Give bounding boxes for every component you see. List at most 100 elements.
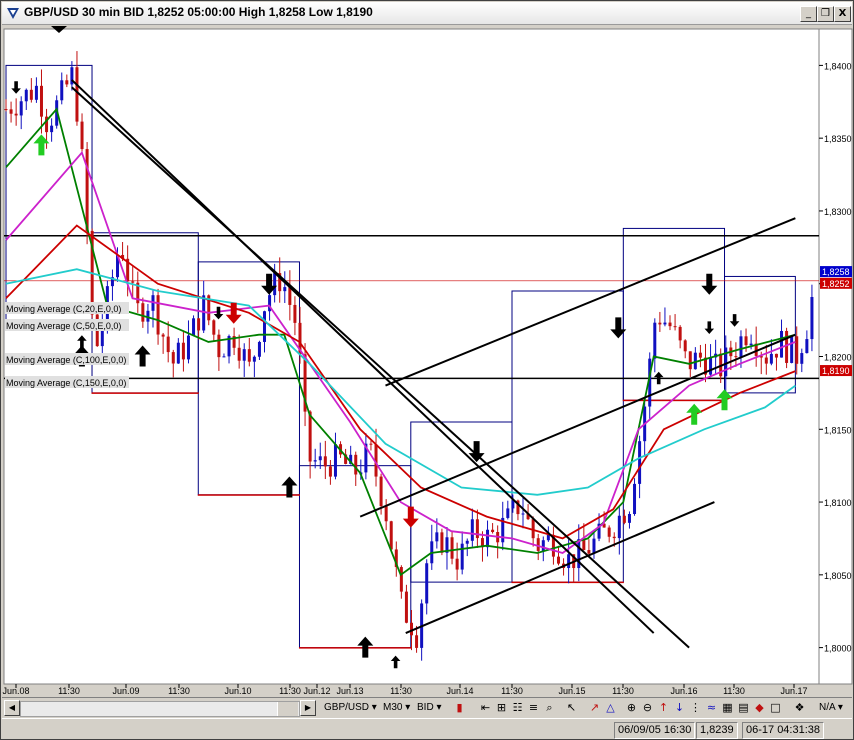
candle-body	[212, 320, 216, 335]
x-tick-label: 11:30	[58, 686, 80, 696]
candle-body	[410, 622, 413, 636]
scroll-right-button[interactable]: ▶	[300, 700, 316, 716]
candle-body	[607, 527, 611, 537]
candle-body	[521, 513, 525, 515]
candle-body	[283, 287, 287, 292]
x-tick-label: Jun.15	[558, 686, 585, 696]
draw-line-icon[interactable]: ↗	[587, 700, 602, 715]
trade-icon[interactable]: ◆	[752, 700, 767, 715]
zoom-in-icon[interactable]: ⊕	[624, 700, 639, 715]
candle-body	[242, 349, 246, 361]
candle-body	[263, 311, 267, 342]
candle-body	[4, 109, 8, 111]
candle-body	[328, 466, 332, 477]
candle-body	[369, 443, 373, 445]
window-list-icon[interactable]: □	[768, 700, 783, 715]
range-box	[91, 392, 199, 394]
period-separator-icon[interactable]: ⋮	[688, 700, 703, 715]
candle-body	[810, 297, 814, 340]
candle-body	[293, 304, 297, 323]
price-tag-label: 1,8190	[822, 366, 850, 376]
price-side-selector[interactable]: BID ▾	[417, 700, 441, 715]
candle-body	[39, 85, 43, 117]
y-tick-label: 1,8100	[824, 498, 852, 508]
candle-body	[668, 322, 672, 327]
candle-body	[739, 336, 743, 357]
mode-selector[interactable]: N/A ▾	[819, 700, 843, 715]
candle-body	[9, 109, 13, 114]
range-box	[298, 647, 412, 649]
cursor-time-readout: 06/09/05 16:30	[614, 722, 696, 739]
pin-icon[interactable]: ❖	[792, 700, 807, 715]
symbol-selector[interactable]: GBP/USD ▾	[324, 700, 377, 715]
candle-body	[450, 537, 454, 559]
candle-body	[141, 303, 145, 322]
candle-body	[709, 357, 713, 375]
candle-body	[663, 322, 667, 325]
template-icon[interactable]: ▦	[720, 700, 735, 715]
grid-toggle-icon[interactable]: ☷	[510, 700, 525, 715]
candle-body	[744, 336, 748, 346]
candle-body	[440, 532, 444, 553]
indicator-icon[interactable]: ≈	[704, 700, 719, 715]
title-bar[interactable]: GBP/USD 30 min BID 1,8252 05:00:00 High …	[2, 2, 852, 25]
autoscroll-icon[interactable]: ⇤	[478, 700, 493, 715]
quick-zoom-icon[interactable]: ⌕	[542, 700, 557, 715]
server-time-readout: 06-17 04:31:38	[742, 722, 825, 739]
candle-body	[633, 483, 637, 515]
candle-body	[313, 460, 317, 462]
timeframe-selector[interactable]: M30 ▾	[383, 700, 410, 715]
restore-button[interactable]: ❒	[817, 6, 834, 22]
y-tick-label: 1,8000	[824, 644, 852, 654]
bottom-toolbar: ◀ ▶ GBP/USD ▾ M30 ▾ BID ▾ ▮ ⇤ ⊞ ☷ ≡ ⌕ ↖ …	[2, 697, 852, 718]
price-chart[interactable]: Moving Average (C,20,E,0,0) Moving Avera…	[1, 24, 853, 697]
candle-body	[404, 591, 408, 623]
candle-body	[318, 456, 322, 461]
candle-body	[612, 536, 616, 539]
cursor-icon[interactable]: ↖	[564, 700, 579, 715]
candle-body	[323, 456, 327, 467]
app-logo-icon	[7, 8, 19, 19]
properties-icon[interactable]: ▤	[736, 700, 751, 715]
channel-icon[interactable]: △	[603, 700, 618, 715]
candle-body	[688, 351, 692, 370]
candle-style-icon[interactable]: ▮	[452, 700, 467, 715]
candle-body	[217, 334, 221, 358]
minimize-button[interactable]: _	[800, 6, 817, 22]
candle-body	[156, 295, 160, 335]
legend-ma50: Moving Average (C,50,E,0,0)	[6, 321, 121, 331]
candle-body	[288, 287, 292, 305]
candle-body	[470, 519, 474, 541]
candle-body	[181, 342, 185, 360]
window-title: GBP/USD 30 min BID 1,8252 05:00:00 High …	[24, 5, 373, 19]
candle-body	[567, 554, 571, 569]
candle-body	[805, 339, 809, 354]
x-tick-label: 11:30	[501, 686, 523, 696]
candle-body	[166, 336, 170, 353]
horizontal-scrollbar-track[interactable]	[20, 701, 300, 717]
y-tick-label: 1,8200	[824, 353, 852, 363]
x-tick-label: 11:30	[723, 686, 745, 696]
candle-body	[34, 85, 38, 100]
scrollbar-thumb[interactable]	[277, 702, 298, 716]
text-icon[interactable]: ↓	[672, 700, 687, 715]
candle-body	[186, 335, 190, 360]
ticks-icon[interactable]: ≡	[526, 700, 541, 715]
candle-body	[486, 529, 490, 548]
candle-body	[617, 515, 621, 539]
candle-body	[171, 352, 175, 364]
legend-ma100: Moving Average (C,100,E,0,0)	[6, 355, 126, 365]
candle-body	[764, 357, 768, 364]
x-tick-label: 11:30	[168, 686, 190, 696]
candle-body	[247, 349, 251, 362]
candle-body	[627, 514, 631, 523]
scroll-left-button[interactable]: ◀	[4, 700, 20, 716]
close-button[interactable]: X	[834, 6, 851, 22]
x-tick-label: 11:30	[612, 686, 634, 696]
candle-body	[592, 538, 596, 554]
y-tick-label: 1,8400	[824, 61, 852, 71]
fibonacci-icon[interactable]: ↑	[656, 700, 671, 715]
range-box	[511, 581, 624, 584]
zoom-out-icon[interactable]: ⊖	[640, 700, 655, 715]
grid-icon[interactable]: ⊞	[494, 700, 509, 715]
